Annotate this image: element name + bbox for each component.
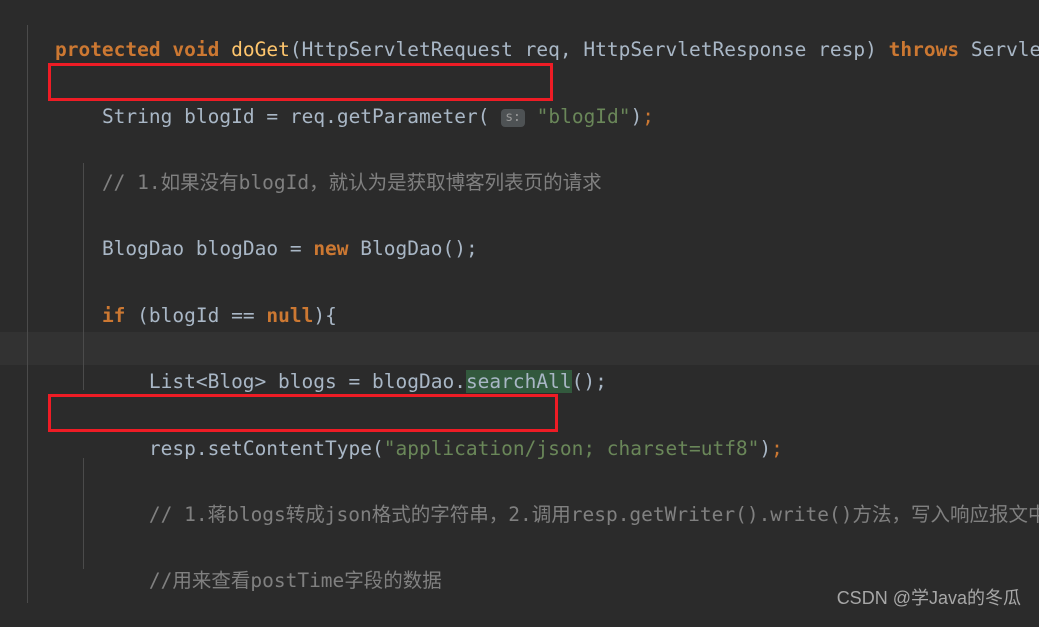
code-line-9-content: //用来查看postTime字段的数据 — [47, 564, 442, 597]
token-paren: ( — [477, 104, 502, 128]
code-line-5[interactable]: if (blogId == null){ — [0, 266, 1039, 327]
code-line-7[interactable]: resp.setContentType("application/json; c… — [0, 398, 1039, 460]
code-line-9[interactable]: //用来查看postTime字段的数据 — [0, 531, 1039, 592]
token-equals: = — [289, 237, 302, 261]
token-String: String — [101, 104, 173, 128]
token-blogs-var: blogs — [278, 370, 337, 394]
code-line-1[interactable]: protected void doGet(HttpServletRequest … — [0, 0, 1039, 61]
token-req-obj: req — [289, 104, 326, 128]
code-line-4-content: BlogDao blogDao = new BlogDao(); — [47, 232, 478, 265]
token-rest: (); — [571, 370, 607, 394]
token-null: null — [266, 303, 314, 327]
code-line-3-content: // 1.如果没有blogId，就认为是获取博客列表页的请求 — [47, 166, 602, 199]
token-void: void — [172, 38, 220, 62]
token-paren-open: ( — [371, 436, 384, 460]
code-line-2[interactable]: String blogId = req.getParameter( s: "bl… — [0, 66, 1039, 128]
token-HttpServletResponse: HttpServletResponse — [583, 38, 807, 62]
token-brace-open: { — [325, 303, 337, 327]
token-BlogDao-ctor: BlogDao — [360, 237, 443, 261]
token-semicolon: ; — [771, 436, 783, 460]
token-throws: throws — [888, 38, 960, 62]
token-blogId-decl: blogId — [184, 104, 255, 128]
code-line-5-content: if (blogId == null){ — [47, 299, 337, 332]
token-resp: resp — [818, 38, 866, 62]
code-line-6[interactable]: List<Blog> blogs = blogDao.searchAll(); — [0, 331, 1039, 394]
csdn-watermark: CSDN @学Java的冬瓜 — [836, 588, 1021, 608]
token-equals: = — [266, 104, 279, 128]
token-paren-close: ) — [630, 104, 643, 128]
token-HttpServletRequest: HttpServletRequest — [301, 38, 513, 62]
token-setContentType: setContentType — [207, 436, 372, 460]
token-List-Blog: List<Blog> — [148, 370, 267, 394]
token-semicolon: ; — [642, 104, 655, 128]
comment-json-conversion: // 1.蒋blogs转成json格式的字符串，2.调用resp.getWrit… — [148, 502, 1039, 526]
token-equals: = — [348, 370, 361, 394]
token-dot: . — [195, 436, 208, 460]
token-blogDao-var: blogDao — [195, 237, 279, 261]
indent-guide-level-1 — [27, 25, 28, 603]
token-comma: , — [559, 38, 584, 62]
code-line-3[interactable]: // 1.如果没有blogId，就认为是获取博客列表页的请求 — [0, 133, 1039, 194]
token-paren-open: ( — [289, 38, 302, 62]
token-req: req — [524, 38, 560, 62]
token-paren-open: ( — [137, 303, 149, 327]
code-line-8[interactable]: // 1.蒋blogs转成json格式的字符串，2.调用resp.getWrit… — [0, 465, 1039, 526]
token-paren-close: ) — [313, 303, 326, 327]
comment-posttime: //用来查看postTime字段的数据 — [148, 569, 442, 593]
code-line-8-content: // 1.蒋blogs转成json格式的字符串，2.调用resp.getWrit… — [47, 498, 1039, 531]
token-doGet: doGet — [231, 38, 290, 62]
token-dot: . — [325, 104, 337, 128]
token-if: if — [101, 303, 126, 327]
parameter-hint-badge[interactable]: s: — [501, 108, 525, 127]
token-blogId-ref: blogId — [148, 303, 220, 327]
token-eq-eq: == — [231, 303, 255, 327]
comment-blogid-list: // 1.如果没有blogId，就认为是获取博客列表页的请求 — [101, 170, 602, 194]
token-paren-close: ) — [865, 38, 877, 62]
token-getParameter: getParameter — [336, 104, 478, 128]
token-BlogDao-type: BlogDao — [101, 237, 185, 261]
token-resp-obj: resp — [148, 436, 196, 460]
token-searchAll-highlight: searchAll — [465, 370, 572, 394]
token-contenttype-string: "application/json; charset=utf8" — [383, 436, 760, 460]
code-line-6-content: List<Blog> blogs = blogDao.searchAll(); — [47, 365, 607, 398]
token-ServletException: ServletE — [970, 38, 1039, 62]
token-blogId-string: "blogId" — [536, 104, 631, 128]
code-line-4[interactable]: BlogDao blogDao = new BlogDao(); — [0, 199, 1039, 260]
token-paren-close: ) — [759, 436, 772, 460]
code-line-7-content: resp.setContentType("application/json; c… — [47, 432, 783, 465]
code-line-2-content: String blogId = req.getParameter( s: "bl… — [47, 100, 654, 136]
token-rest: (); — [442, 237, 478, 261]
token-protected: protected — [54, 38, 161, 62]
token-new: new — [313, 237, 349, 261]
token-blogDao-obj: blogDao — [372, 370, 455, 394]
token-dot: . — [454, 370, 466, 394]
code-editor[interactable]: protected void doGet(HttpServletRequest … — [0, 0, 1039, 627]
code-line-1-content: protected void doGet(HttpServletRequest … — [47, 33, 1039, 66]
